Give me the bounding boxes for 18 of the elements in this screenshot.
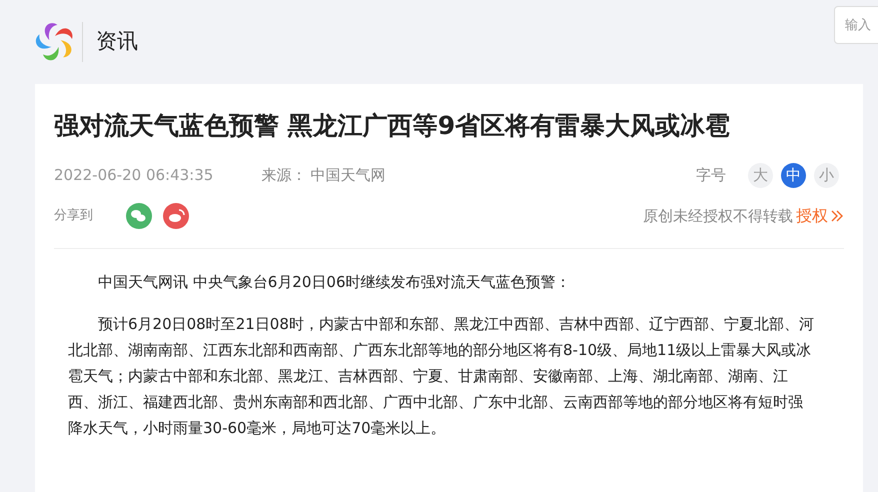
search-field[interactable]: 输入 (834, 6, 878, 44)
license-link[interactable]: 授权 (796, 204, 844, 228)
font-size-button[interactable]: 小 (814, 162, 839, 188)
source-name: 中国天气网 (310, 164, 386, 186)
double-chevron-icon (830, 209, 844, 223)
source-label: 来源： (261, 164, 306, 186)
font-size-button[interactable]: 大 (748, 162, 773, 188)
copyright-notice: 原创未经授权不得转载 (643, 206, 793, 227)
article-title: 强对流天气蓝色预警 黑龙江广西等9省区将有雷暴大风或冰雹 (54, 110, 732, 142)
font-size-label: 字号 (696, 164, 726, 186)
wechat-share-icon[interactable] (126, 203, 152, 229)
font-size-button[interactable]: 中 (781, 162, 806, 188)
weibo-share-icon[interactable] (163, 203, 189, 229)
section-title: 资讯 (96, 28, 138, 56)
publish-date: 2022-06-20 06:43:35 (54, 164, 214, 186)
article-paragraph: 中国天气网讯 中央气象台6月20日06时继续发布强对流天气蓝色预警： (97, 272, 572, 293)
article-paragraph: 预计6月20日08时至21日08时，内蒙古中部和东部、黑龙江中西部、吉林中西部、辽宁西部、宁夏北部、河北北部、湖南南部、江西东北部和西南部、广西东北部等地的部分地区将有8-10级、局地11级以上雷暴大风或冰雹天气；内蒙古中部和东北部、黑龙江、吉林西部、宁夏、甘肃南部、安徽南部、上海、湖北南部、湖南、江西、浙江、福建西北部、贵州东南部和西北部、广西中北部、广东中北部、云南西部等地的部分地区将有短时强降水天气，小时雨量30-60毫米，局地可达70毫米以上。 (68, 314, 814, 439)
share-label: 分享到 (54, 207, 93, 226)
